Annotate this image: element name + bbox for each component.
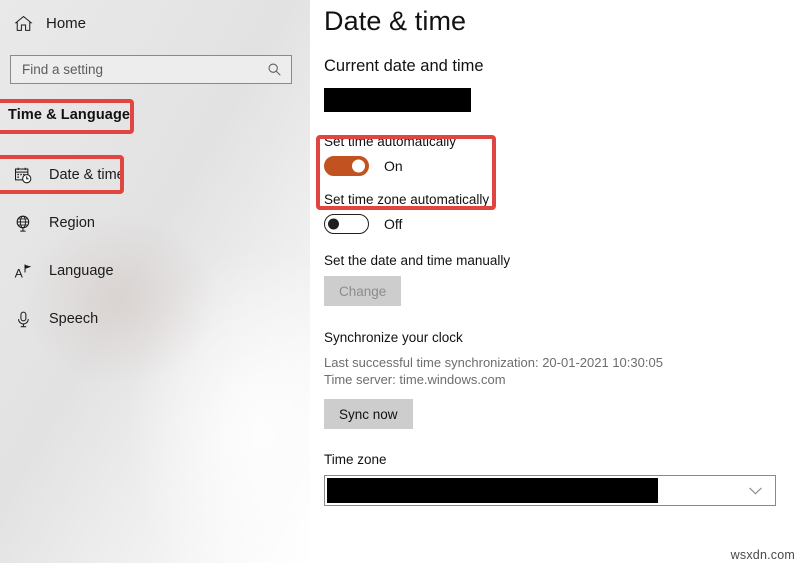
current-clock-value-redacted [324,88,471,112]
sidebar-item-speech[interactable]: Speech [0,302,310,336]
set-timezone-automatically-row: Off [324,214,800,234]
toggle-knob [352,159,365,173]
page-title: Date & time [324,6,467,36]
search-icon[interactable] [261,62,287,77]
set-timezone-automatically-label: Set time zone automatically [324,192,490,207]
settings-sidebar: Home Time & Language [0,0,310,563]
set-time-automatically-label: Set time automatically [324,134,457,149]
time-server-text: Time server: time.windows.com [324,372,506,387]
sidebar-item-home[interactable]: Home [12,8,310,38]
set-time-automatically-toggle[interactable] [324,156,369,176]
set-time-automatically-state: On [384,158,403,174]
svg-text:A: A [14,266,23,280]
sidebar-item-language-label: Language [49,263,114,279]
sidebar-item-speech-label: Speech [49,311,99,327]
sidebar-item-region-label: Region [49,215,95,231]
time-zone-value-redacted [327,478,658,503]
synchronize-clock-heading: Synchronize your clock [324,330,463,345]
settings-window: Home Time & Language [0,0,800,563]
chevron-down-icon[interactable] [748,486,763,495]
sync-now-button[interactable]: Sync now [324,399,413,429]
calendar-clock-icon [11,164,35,186]
set-date-time-manually-label: Set the date and time manually [324,253,511,268]
current-date-and-time-heading: Current date and time [324,57,484,75]
sidebar-item-language[interactable]: A Language [0,254,310,288]
globe-icon [11,212,35,234]
time-zone-dropdown[interactable] [324,475,776,506]
last-sync-text: Last successful time synchronization: 20… [324,355,663,370]
microphone-icon [11,308,35,330]
set-time-automatically-row: On [324,156,800,176]
sidebar-item-home-label: Home [46,14,87,32]
search-box[interactable] [10,55,292,84]
change-button[interactable]: Change [324,276,402,306]
sidebar-item-date-and-time[interactable]: Date & time [0,158,310,192]
set-timezone-automatically-toggle[interactable] [324,214,369,234]
home-icon [12,12,34,34]
sidebar-item-date-and-time-label: Date & time [49,167,125,183]
set-timezone-automatically-state: Off [384,216,403,232]
sidebar-nav: Date & time Region A Language Speech [0,158,310,350]
watermark: wsxdn.com [729,548,796,562]
sidebar-item-region[interactable]: Region [0,206,310,240]
time-zone-label: Time zone [324,452,387,467]
toggle-knob [328,218,339,230]
sidebar-group-header: Time & Language [8,107,131,123]
settings-content: Date & time Current date and time Set ti… [310,0,800,563]
language-icon: A [11,260,35,282]
search-input[interactable] [11,62,261,77]
